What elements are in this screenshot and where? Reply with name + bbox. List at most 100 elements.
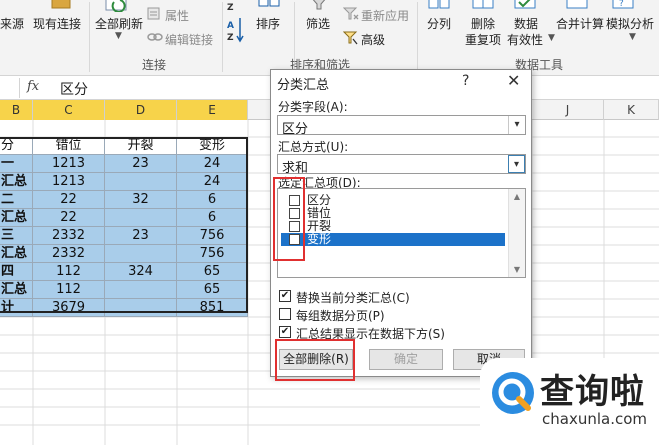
from-source-button[interactable]: 来源 xyxy=(0,15,24,32)
cell[interactable]: 二 xyxy=(0,191,33,209)
list-item[interactable]: 变形 xyxy=(281,233,505,246)
cell[interactable]: 计 xyxy=(0,299,33,317)
checkbox-checked-icon[interactable]: ✔ xyxy=(279,290,291,302)
refresh-all-button[interactable]: 全部刷新 xyxy=(95,15,143,32)
list-scrollbar[interactable]: ▲ ▼ xyxy=(508,189,525,277)
group-field-select[interactable]: 区分 ▾ xyxy=(277,115,526,137)
cell[interactable] xyxy=(105,173,177,191)
svg-text:?: ? xyxy=(619,0,624,9)
chevron-down-icon[interactable]: ▾ xyxy=(508,155,525,173)
advanced-filter-icon xyxy=(343,31,358,45)
advanced-filter-button[interactable]: 高级 xyxy=(361,31,385,48)
cell[interactable]: 6 xyxy=(177,209,248,227)
data-validation-button[interactable]: 数据 xyxy=(514,15,538,32)
cell[interactable]: 65 xyxy=(177,263,248,281)
column-header-c[interactable]: C xyxy=(33,100,105,120)
cell[interactable]: 65 xyxy=(177,281,248,299)
remove-duplicates-label-2: 重复项 xyxy=(465,33,502,47)
chevron-down-icon[interactable]: ▾ xyxy=(508,116,525,134)
column-header-j[interactable]: J xyxy=(532,100,604,120)
svg-text:A: A xyxy=(227,21,234,31)
reapply-button[interactable]: 重新应用 xyxy=(361,7,409,24)
remove-duplicates-button[interactable]: 删除 xyxy=(471,15,495,32)
cell[interactable]: 汇总 xyxy=(0,245,33,263)
cell[interactable] xyxy=(105,209,177,227)
text-to-columns-button[interactable]: 分列 xyxy=(427,15,451,32)
refresh-dropdown-icon[interactable]: ▼ xyxy=(115,31,122,41)
filter-button[interactable]: 筛选 xyxy=(306,15,330,32)
column-header-k[interactable]: K xyxy=(604,100,659,120)
ok-button[interactable]: 确定 xyxy=(369,349,443,370)
cell[interactable]: 756 xyxy=(177,227,248,245)
sort-az-icon[interactable]: Z A Z xyxy=(226,0,246,44)
cell[interactable]: 3679 xyxy=(33,299,105,317)
checkbox-checked-icon[interactable]: ✔ xyxy=(279,326,291,338)
fx-icon[interactable]: fx xyxy=(27,79,39,94)
cell[interactable]: 变形 xyxy=(177,137,248,155)
cell[interactable]: 24 xyxy=(177,155,248,173)
cell[interactable]: 112 xyxy=(33,263,105,281)
dialog-title: 分类汇总 xyxy=(277,78,330,93)
cell[interactable]: 1213 xyxy=(33,155,105,173)
cell[interactable]: 汇总 xyxy=(0,173,33,191)
cell[interactable]: 2332 xyxy=(33,245,105,263)
sort-button[interactable]: 排序 xyxy=(256,15,280,32)
checkbox-icon[interactable] xyxy=(279,308,291,320)
existing-connections-button[interactable]: 现有连接 xyxy=(33,15,81,32)
scroll-up-icon[interactable]: ▲ xyxy=(509,192,525,201)
help-icon[interactable]: ? xyxy=(462,73,469,89)
formula-input[interactable]: 区分 xyxy=(60,79,88,99)
cell[interactable]: 32 xyxy=(105,191,177,209)
column-header-blank[interactable] xyxy=(248,100,272,120)
cell[interactable]: 错位 xyxy=(33,137,105,155)
cell[interactable]: 112 xyxy=(33,281,105,299)
item-checkbox[interactable] xyxy=(289,234,300,245)
cell[interactable]: 2332 xyxy=(33,227,105,245)
cell[interactable]: 22 xyxy=(33,209,105,227)
item-checkbox[interactable] xyxy=(289,195,300,206)
search-logo-icon xyxy=(492,372,534,414)
sort-icon xyxy=(258,0,280,7)
cell[interactable]: 汇总 xyxy=(0,281,33,299)
cell[interactable]: 22 xyxy=(33,191,105,209)
ribbon-separator xyxy=(89,2,90,72)
cell[interactable]: 23 xyxy=(105,227,177,245)
consolidate-button[interactable]: 合并计算 xyxy=(556,15,604,32)
properties-icon xyxy=(147,7,160,20)
item-checkbox[interactable] xyxy=(289,208,300,219)
cell[interactable]: 756 xyxy=(177,245,248,263)
name-box[interactable] xyxy=(0,78,20,98)
function-select[interactable]: 求和 ▾ xyxy=(277,154,526,176)
what-if-dropdown-icon[interactable]: ▼ xyxy=(629,32,636,42)
cell[interactable]: 23 xyxy=(105,155,177,173)
consolidate-icon xyxy=(566,0,588,9)
column-header-d[interactable]: D xyxy=(105,100,177,120)
data-validation-dropdown-icon[interactable]: ▼ xyxy=(548,33,555,43)
what-if-button[interactable]: 模拟分析 xyxy=(606,15,654,32)
cell[interactable] xyxy=(105,299,177,317)
cell[interactable]: 324 xyxy=(105,263,177,281)
cell[interactable]: 6 xyxy=(177,191,248,209)
edit-links-button[interactable]: 编辑链接 xyxy=(165,31,213,48)
cell[interactable]: 三 xyxy=(0,227,33,245)
group-field-value: 区分 xyxy=(282,122,309,137)
filter-icon xyxy=(312,0,326,10)
column-header-e[interactable]: E xyxy=(177,100,248,120)
cell[interactable]: 1213 xyxy=(33,173,105,191)
cell[interactable]: 开裂 xyxy=(105,137,177,155)
item-checkbox[interactable] xyxy=(289,221,300,232)
cell[interactable]: 汇总 xyxy=(0,209,33,227)
cell[interactable]: 四 xyxy=(0,263,33,281)
cell[interactable]: 24 xyxy=(177,173,248,191)
properties-button[interactable]: 属性 xyxy=(165,7,189,24)
remove-all-button[interactable]: 全部删除(R) xyxy=(279,349,353,370)
cell[interactable] xyxy=(105,281,177,299)
column-header-b[interactable]: B xyxy=(0,100,33,120)
cell[interactable]: 分 xyxy=(0,137,33,155)
cell[interactable]: 一 xyxy=(0,155,33,173)
close-icon[interactable]: ✕ xyxy=(507,71,520,90)
scroll-down-icon[interactable]: ▼ xyxy=(509,265,525,274)
cell[interactable]: 851 xyxy=(177,299,248,317)
cell[interactable] xyxy=(105,245,177,263)
subtotal-items-list[interactable]: 区分 错位 开裂 变形 ▲ ▼ xyxy=(277,188,526,278)
